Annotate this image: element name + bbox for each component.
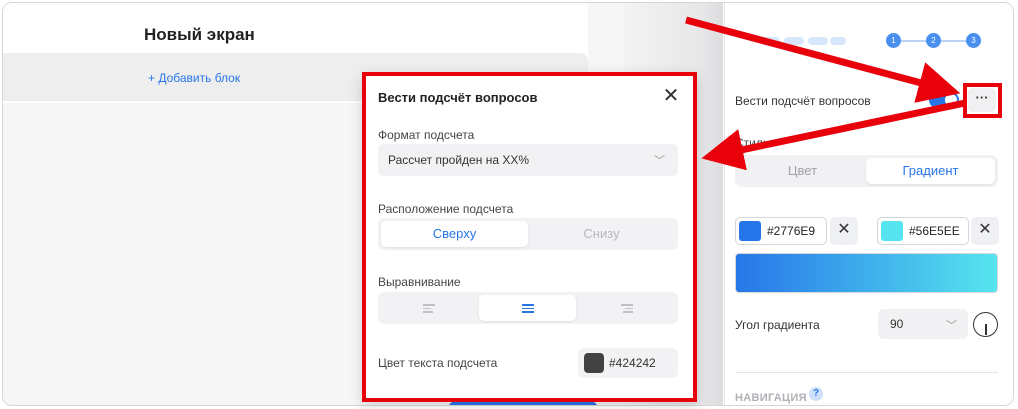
style-option-color[interactable]: Цвет <box>738 158 867 184</box>
align-label: Выравнивание <box>378 275 461 289</box>
gradient-angle-label: Угол градиента <box>735 318 820 332</box>
annotation-highlight-box <box>963 83 1002 118</box>
position-label: Расположение подсчета <box>378 202 514 216</box>
align-right-option[interactable] <box>578 295 675 321</box>
position-option-top[interactable]: Сверху <box>381 221 528 247</box>
clear-start-color-button[interactable]: ✕ <box>830 217 858 245</box>
step-1[interactable]: 1 <box>886 33 901 48</box>
step-indicator: 1 2 3 <box>886 33 981 49</box>
color-hex-value[interactable]: #2776E9 <box>767 224 815 238</box>
count-settings-popup: Вести подсчёт вопросов ✕ Формат подсчета… <box>362 72 697 402</box>
color-swatch[interactable] <box>739 221 761 241</box>
color-hex-value[interactable]: #56E5EE <box>909 224 960 238</box>
settings-panel <box>724 3 1013 405</box>
gradient-preview <box>735 253 998 293</box>
help-icon[interactable]: ? <box>809 387 823 401</box>
align-center-icon <box>521 302 534 315</box>
chevron-down-icon: ﹀ <box>654 155 665 167</box>
clear-end-color-button[interactable]: ✕ <box>971 217 999 245</box>
chevron-down-icon: ﹀ <box>946 320 957 332</box>
align-center-option[interactable] <box>479 295 576 321</box>
tab-pill[interactable] <box>830 37 846 45</box>
text-color-hex[interactable]: #424242 <box>609 356 656 370</box>
position-option-bottom[interactable]: Снизу <box>528 221 675 247</box>
add-block-link[interactable]: + Добавить блок <box>148 71 240 85</box>
gradient-end-color-field[interactable]: #56E5EE <box>877 217 969 245</box>
close-icon[interactable]: ✕ <box>661 86 681 106</box>
tab-pill[interactable] <box>784 37 804 45</box>
format-select[interactable]: Рассчет пройден на ХХ% ﹀ <box>378 144 678 176</box>
step-2[interactable]: 2 <box>926 33 941 48</box>
format-label: Формат подсчета <box>378 128 475 142</box>
navigation-section-label: НАВИГАЦИЯ <box>735 392 807 404</box>
screen-title: Новый экран <box>144 25 255 44</box>
text-color-picker[interactable]: #424242 <box>578 348 678 378</box>
position-segmented-control: Сверху Снизу <box>378 218 678 250</box>
count-questions-toggle[interactable] <box>929 92 959 108</box>
text-color-label: Цвет текста подсчета <box>378 356 498 370</box>
align-segmented-control <box>378 292 678 324</box>
popup-title: Вести подсчёт вопросов <box>378 90 538 105</box>
toggle-knob <box>945 94 957 106</box>
style-option-gradient[interactable]: Градиент <box>866 158 995 184</box>
align-right-icon <box>620 302 633 315</box>
gradient-start-color-field[interactable]: #2776E9 <box>735 217 827 245</box>
color-swatch[interactable] <box>584 353 604 373</box>
format-value: Рассчет пройден на ХХ% <box>388 153 529 167</box>
step-3[interactable]: 3 <box>966 33 981 48</box>
color-swatch[interactable] <box>881 221 903 241</box>
align-left-icon <box>423 302 435 315</box>
section-divider <box>735 372 998 373</box>
style-segmented-control: Цвет Градиент <box>735 155 998 187</box>
gradient-angle-select[interactable]: 90 ﹀ <box>878 309 968 339</box>
style-label: Стиль <box>735 136 770 150</box>
angle-value: 90 <box>890 317 904 331</box>
align-left-option[interactable] <box>381 295 477 321</box>
count-questions-label: Вести подсчёт вопросов <box>735 94 871 108</box>
tab-pill[interactable] <box>760 37 780 45</box>
angle-dial-icon[interactable] <box>973 312 998 337</box>
tab-pill[interactable] <box>808 37 828 45</box>
